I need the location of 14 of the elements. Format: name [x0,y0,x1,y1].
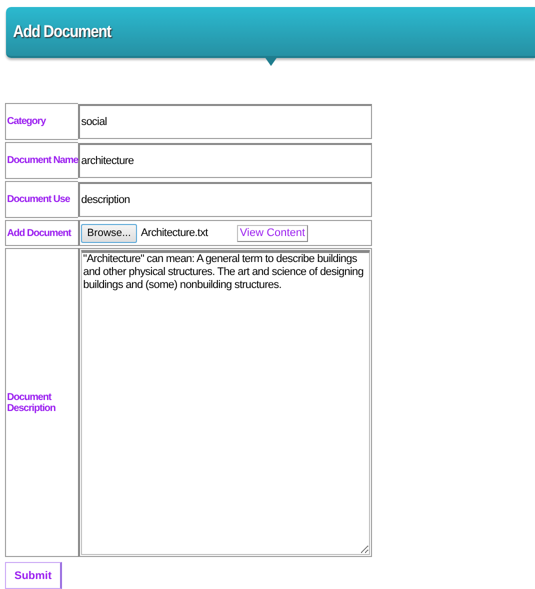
view-content-button[interactable]: View Content [236,224,308,242]
field-label: Document Description [7,392,56,414]
text-field[interactable]: social [78,104,372,139]
field-label: Add Document [7,228,72,238]
field-label: Document Use [7,194,71,205]
submit-button[interactable]: Submit [5,562,62,589]
page-title: Add Document [13,22,111,42]
field-label: Document Name [7,155,78,166]
field-label: Category [7,116,47,127]
description-field[interactable]: "Architecture" can mean: A general term to describe buildings and other physical structures. The art and science of designing buildings and (some) nonbuilding structures. [81,250,370,555]
text-field[interactable]: description [78,182,372,217]
file-name: Architecture.txt [140,227,210,239]
browse-button[interactable]: Browse... [81,224,137,242]
text-field[interactable]: architecture [78,143,372,178]
